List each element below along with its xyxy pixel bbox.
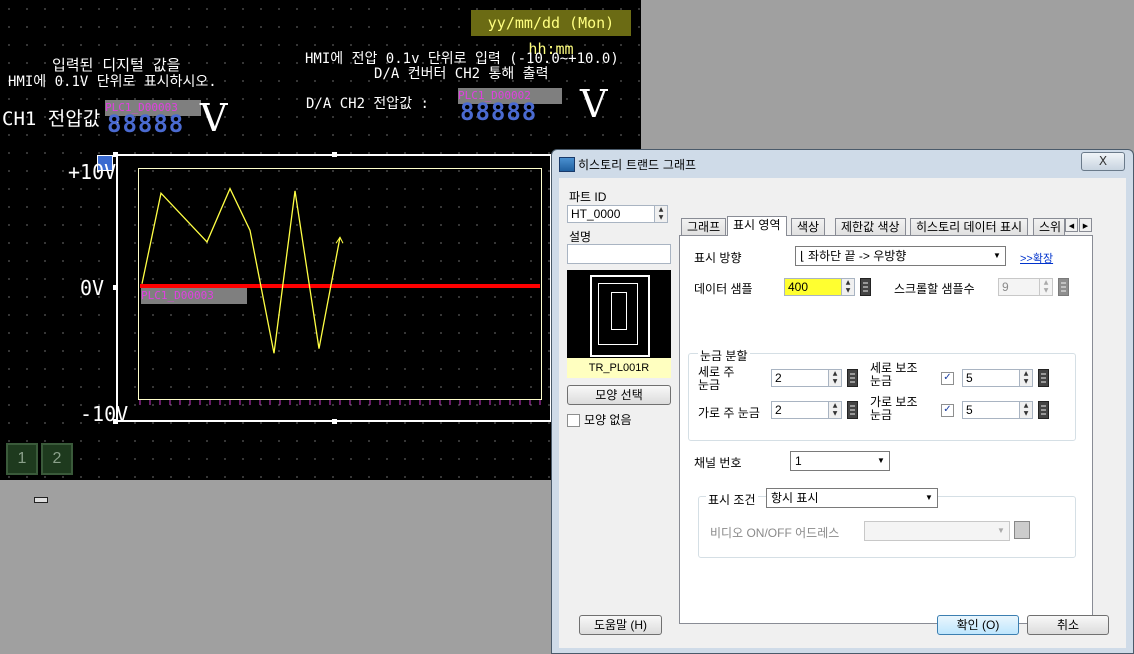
ok-button[interactable]: 확인 (O) xyxy=(937,615,1019,635)
tab-display-area[interactable]: 표시 영역 xyxy=(727,216,787,236)
scroll-samples-input[interactable]: 9 xyxy=(998,278,1040,296)
desc-label: 설명 xyxy=(569,230,592,244)
display-condition-select[interactable]: 항시 표시 ▼ xyxy=(766,488,938,508)
vertical-minor-input[interactable]: 5 xyxy=(962,369,1020,387)
video-address-label: 비디오 ON/OFF 어드레스 xyxy=(710,526,840,540)
minimized-window-icon[interactable] xyxy=(34,497,48,503)
help-button[interactable]: 도움말 (H) xyxy=(579,615,662,635)
calculator-icon[interactable] xyxy=(860,278,871,296)
display-direction-select[interactable]: ⌊ 좌하단 끝 -> 우방향 ▼ xyxy=(795,246,1006,266)
shape-preview: TR_PL001R xyxy=(567,270,671,378)
display-direction-label: 표시 방향 xyxy=(694,251,742,265)
vertical-major-label: 세로 주 눈금 xyxy=(698,365,735,392)
trend-chart xyxy=(139,187,541,405)
vertical-minor-label: 세로 보조 눈금 xyxy=(870,361,918,388)
data-samples-label: 데이터 샘플 xyxy=(694,282,753,296)
trend-series-line xyxy=(141,187,341,354)
calculator-icon[interactable] xyxy=(847,369,858,387)
dialog-body: 파트 ID HT_0000 ▲ ▼ 설명 TR_PL001R 모양 선택 모양 없… xyxy=(559,178,1126,648)
hmi-screen: yy/mm/dd (Mon) hh:mm 입력된 디지털 값을 HMI에 0.1… xyxy=(0,0,641,480)
dialog-titlebar[interactable]: 히스토리 트랜드 그래프 X xyxy=(552,150,1133,178)
tab-scroll-right[interactable]: ▶ xyxy=(1079,218,1092,232)
part-id-spinner[interactable]: ▲ ▼ xyxy=(655,205,668,223)
chevron-down-icon: ▼ xyxy=(993,251,1001,260)
channel-value: 1 xyxy=(795,454,802,468)
chart-icon: ⌊ xyxy=(800,249,805,263)
preview-caption: TR_PL001R xyxy=(567,358,671,378)
trend-address-box[interactable]: PLC1_D00003 xyxy=(141,288,247,304)
part-id-input[interactable]: HT_0000 xyxy=(567,205,655,223)
chevron-down-icon: ▼ xyxy=(925,493,933,502)
data-samples-spinner[interactable]: ▲ ▼ xyxy=(842,278,855,296)
calculator-icon[interactable] xyxy=(1038,401,1049,419)
history-trend-dialog: 히스토리 트랜드 그래프 X 파트 ID HT_0000 ▲ ▼ 설명 TR_PL… xyxy=(551,149,1134,654)
vertical-major-input[interactable]: 2 xyxy=(771,369,829,387)
display-condition-label: 표시 조건 xyxy=(706,491,758,508)
channel-label: 채널 번호 xyxy=(694,456,742,470)
expand-link[interactable]: >>확장 xyxy=(1020,250,1053,266)
cancel-button[interactable]: 취소 xyxy=(1027,615,1109,635)
horizontal-major-spinner[interactable]: ▲ ▼ xyxy=(829,401,842,419)
desc-input[interactable] xyxy=(567,244,671,264)
chevron-down-icon: ▼ xyxy=(997,526,1005,535)
tab-panel-display-area: 표시 방향 ⌊ 좌하단 끝 -> 우방향 ▼ >>확장 데이터 샘플 400 ▲… xyxy=(679,235,1093,624)
vertical-major-spinner[interactable]: ▲ ▼ xyxy=(829,369,842,387)
display-direction-value: 좌하단 끝 -> 우방향 xyxy=(808,249,907,263)
vertical-minor-spinner[interactable]: ▲ ▼ xyxy=(1020,369,1033,387)
page-button-2[interactable]: 2 xyxy=(41,443,73,475)
no-shape-checkbox[interactable] xyxy=(567,414,580,427)
page-button-1[interactable]: 1 xyxy=(6,443,38,475)
horizontal-minor-label: 가로 보조 눈금 xyxy=(870,395,918,422)
dialog-title: 히스토리 트랜드 그래프 xyxy=(578,158,697,172)
vertical-minor-checkbox[interactable]: ✓ xyxy=(941,372,954,385)
app-icon xyxy=(559,157,575,172)
chevron-down-icon: ▼ xyxy=(877,456,885,465)
display-condition-value: 항시 표시 xyxy=(771,491,819,505)
preview-bar xyxy=(611,292,627,330)
tab-color[interactable]: 색상 xyxy=(791,218,826,235)
scroll-samples-label: 스크롤할 샘플수 xyxy=(894,282,975,296)
tab-graph[interactable]: 그래프 xyxy=(681,218,727,235)
horizontal-minor-spinner[interactable]: ▲ ▼ xyxy=(1020,401,1033,419)
calculator-icon[interactable] xyxy=(847,401,858,419)
no-shape-label: 모양 없음 xyxy=(584,413,632,427)
keyboard-icon[interactable] xyxy=(1014,521,1030,539)
close-button[interactable]: X xyxy=(1081,152,1125,171)
tab-scroll-left[interactable]: ◀ xyxy=(1065,218,1078,232)
tab-switch[interactable]: 스위 xyxy=(1033,218,1065,235)
horizontal-minor-input[interactable]: 5 xyxy=(962,401,1020,419)
channel-select[interactable]: 1 ▼ xyxy=(790,451,890,471)
shape-select-button[interactable]: 모양 선택 xyxy=(567,385,671,405)
horizontal-major-label: 가로 주 눈금 xyxy=(698,406,760,420)
scale-group-label: 눈금 분할 xyxy=(698,347,750,364)
tab-limit-color[interactable]: 제한값 색상 xyxy=(835,218,906,235)
calculator-icon[interactable] xyxy=(1038,369,1049,387)
video-address-select[interactable]: ▼ xyxy=(864,521,1010,541)
horizontal-major-input[interactable]: 2 xyxy=(771,401,829,419)
scroll-samples-spinner[interactable]: ▲ ▼ xyxy=(1040,278,1053,296)
horizontal-minor-checkbox[interactable]: ✓ xyxy=(941,404,954,417)
tab-history-data[interactable]: 히스토리 데이터 표시 xyxy=(910,218,1029,235)
part-id-label: 파트 ID xyxy=(569,190,607,204)
calculator-icon[interactable] xyxy=(1058,278,1069,296)
data-samples-input[interactable]: 400 xyxy=(784,278,842,296)
